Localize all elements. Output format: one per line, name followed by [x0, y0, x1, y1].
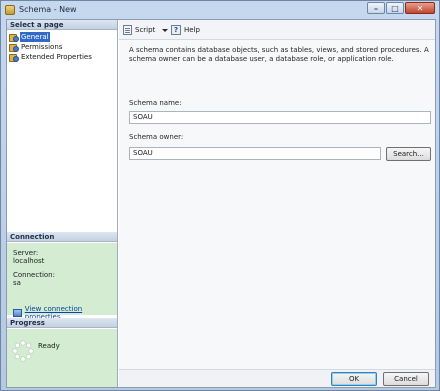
- progress-status: Ready: [38, 342, 60, 350]
- close-button[interactable]: ✕: [405, 2, 435, 14]
- page-item-permissions[interactable]: Permissions: [9, 42, 115, 52]
- script-button[interactable]: Script: [123, 25, 169, 35]
- schema-name-input[interactable]: SOAU: [129, 111, 431, 124]
- select-page-header: Select a page: [7, 20, 117, 30]
- title-bar[interactable]: Schema - New – □ ✕: [1, 1, 439, 19]
- schema-description: A schema contains database objects, such…: [129, 46, 429, 63]
- search-button[interactable]: Search...: [386, 147, 431, 161]
- page-list: General Permissions Extended Properties: [9, 32, 115, 62]
- help-icon: ?: [171, 25, 181, 35]
- connection-label: Connection:: [13, 271, 55, 279]
- minimize-button[interactable]: –: [367, 2, 385, 14]
- close-icon: ✕: [416, 4, 424, 13]
- connection-header: Connection: [7, 232, 117, 242]
- page-icon: [9, 53, 19, 62]
- app-icon: [5, 5, 15, 15]
- schema-owner-input[interactable]: SOAU: [129, 147, 381, 160]
- maximize-icon: □: [391, 4, 399, 13]
- page-item-general[interactable]: General: [9, 32, 115, 42]
- dialog-footer: OK Cancel: [119, 369, 435, 387]
- schema-new-window: Schema - New – □ ✕ Select a page General…: [0, 0, 440, 391]
- cancel-button[interactable]: Cancel: [383, 372, 429, 386]
- dialog-client-area: Select a page General Permissions Extend…: [6, 19, 436, 388]
- page-icon: [9, 43, 19, 52]
- page-icon: [9, 33, 19, 42]
- schema-owner-label: Schema owner:: [129, 133, 184, 141]
- window-controls: – □ ✕: [367, 2, 435, 14]
- left-pane: Select a page General Permissions Extend…: [7, 20, 118, 387]
- page-item-label: Permissions: [21, 43, 63, 51]
- connection-properties-icon: [13, 309, 22, 317]
- maximize-button[interactable]: □: [386, 2, 404, 14]
- schema-name-label: Schema name:: [129, 99, 182, 107]
- server-value: localhost: [13, 257, 45, 265]
- progress-spinner-icon: [12, 340, 34, 362]
- right-pane: Script ? Help A schema contains database…: [119, 20, 435, 387]
- help-label: Help: [184, 26, 200, 34]
- window-title: Schema - New: [19, 5, 77, 14]
- script-icon: [123, 25, 132, 35]
- server-label: Server:: [13, 249, 39, 257]
- toolbar: Script ? Help: [119, 20, 435, 40]
- page-item-label: General: [20, 32, 50, 42]
- page-item-extended-properties[interactable]: Extended Properties: [9, 52, 115, 62]
- minimize-icon: –: [374, 4, 378, 13]
- connection-value: sa: [13, 279, 21, 287]
- help-button[interactable]: ? Help: [171, 25, 200, 35]
- progress-header: Progress: [7, 318, 117, 328]
- script-label: Script: [135, 26, 156, 34]
- page-item-label: Extended Properties: [21, 53, 92, 61]
- chevron-down-icon[interactable]: [162, 28, 169, 32]
- ok-button[interactable]: OK: [331, 372, 377, 386]
